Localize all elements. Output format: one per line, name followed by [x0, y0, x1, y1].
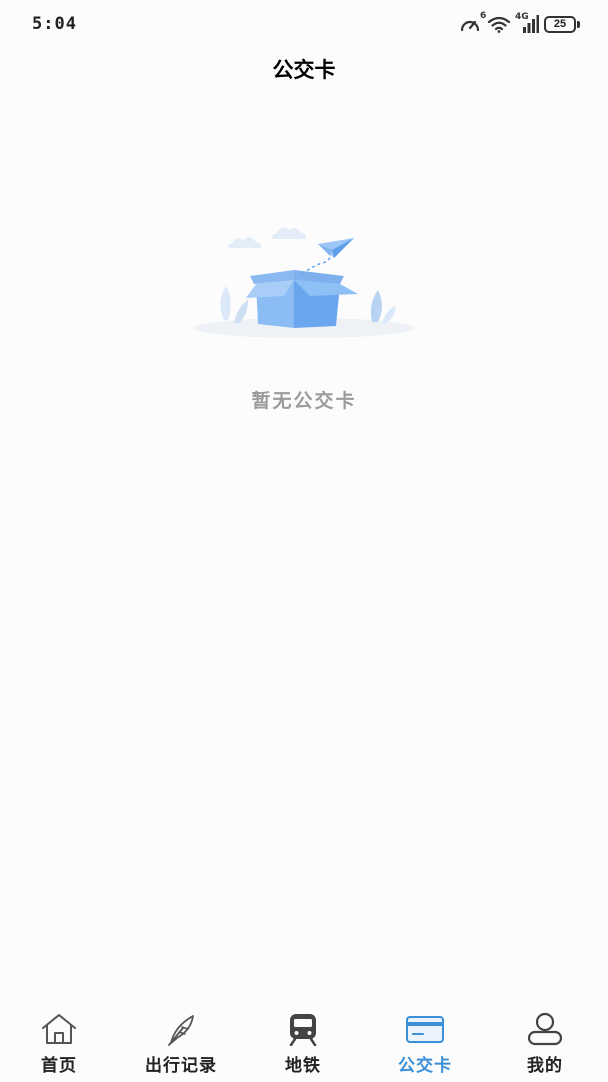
- tab-home-label: 首页: [41, 1056, 77, 1076]
- speed-icon: [459, 15, 481, 33]
- page-title: 公交卡: [272, 58, 336, 82]
- card-icon: [405, 1012, 445, 1048]
- user-icon: [525, 1012, 565, 1048]
- tab-trip-records-label: 出行记录: [145, 1056, 217, 1076]
- signal-icon: 4G: [515, 12, 539, 33]
- status-icons: 6 4G 25: [459, 11, 580, 36]
- network-label: 4G: [515, 12, 529, 22]
- tab-metro-label: 地铁: [285, 1056, 321, 1076]
- empty-box-illustration: [184, 222, 424, 340]
- tab-mine[interactable]: 我的: [490, 1008, 600, 1082]
- battery-icon: 25: [544, 15, 580, 33]
- feather-icon: [161, 1012, 201, 1048]
- battery-level: 25: [544, 15, 576, 33]
- tab-bus-card-label: 公交卡: [398, 1056, 452, 1076]
- tab-home[interactable]: 首页: [4, 1008, 114, 1082]
- bottom-tab-bar: 首页 出行记录 地铁 公交卡 我的: [0, 1008, 608, 1082]
- empty-state-message: 暂无公交卡: [251, 390, 357, 412]
- train-icon: [283, 1012, 323, 1048]
- tab-mine-label: 我的: [527, 1056, 563, 1076]
- status-time: 5:04: [32, 14, 77, 34]
- tab-metro[interactable]: 地铁: [248, 1008, 358, 1082]
- status-bar: 5:04 6 4G 25: [0, 0, 608, 48]
- tab-bus-card[interactable]: 公交卡: [370, 1008, 480, 1082]
- header: 公交卡: [0, 52, 608, 88]
- wifi-icon: 6: [480, 11, 512, 33]
- tab-trip-records[interactable]: 出行记录: [126, 1008, 236, 1082]
- home-icon: [39, 1012, 79, 1048]
- wifi-label: 6: [480, 11, 487, 21]
